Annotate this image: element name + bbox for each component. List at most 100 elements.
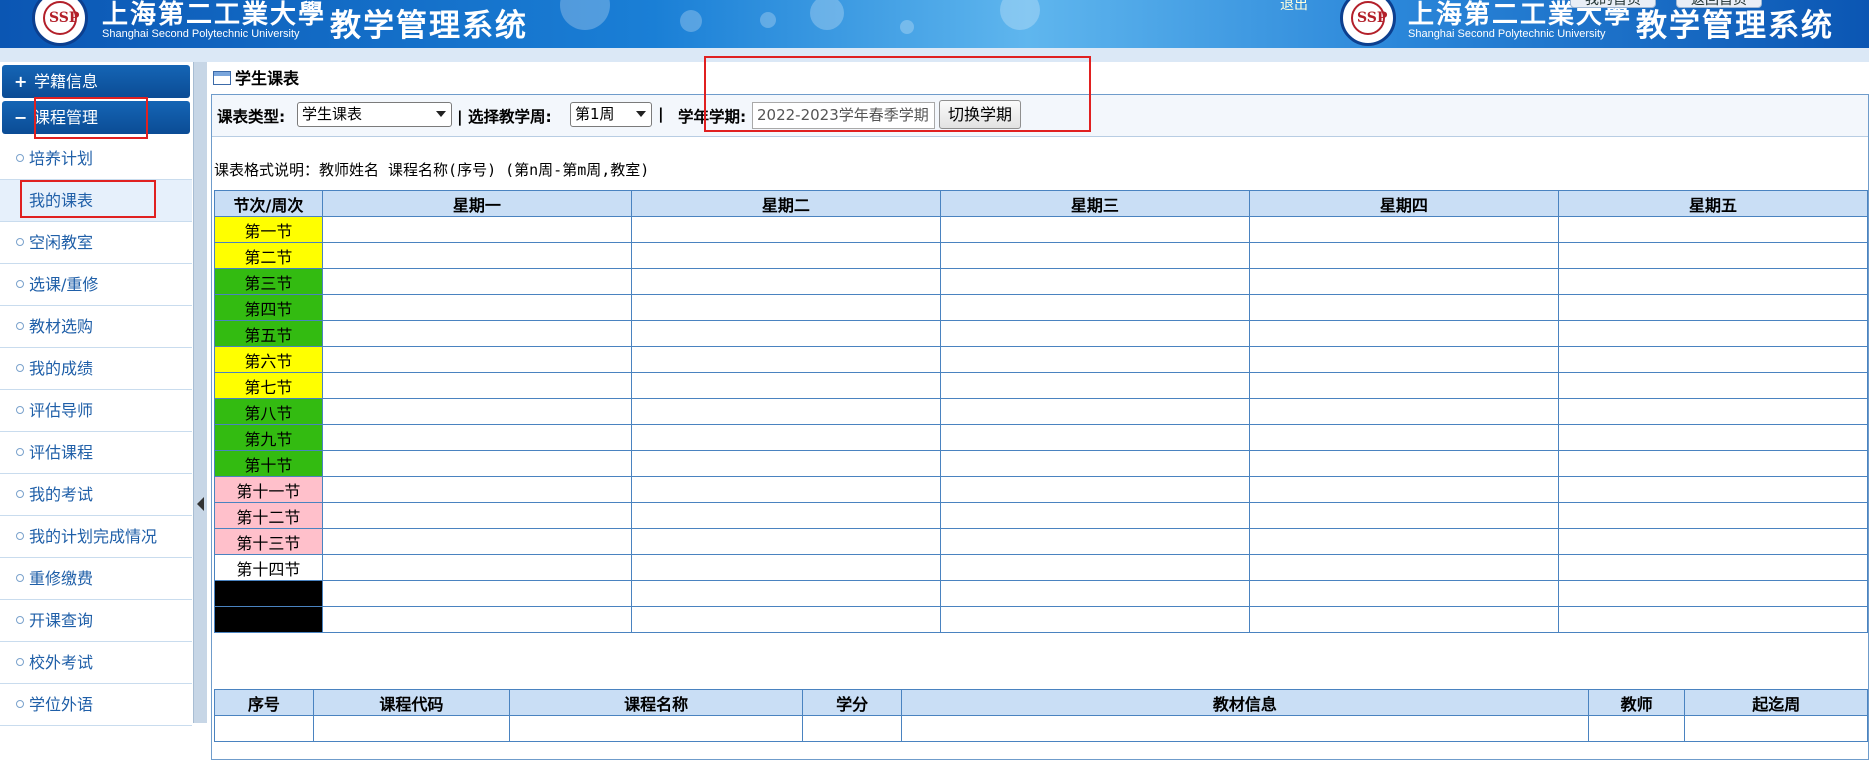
sidebar-item-my-schedule[interactable]: 我的课表 — [0, 180, 192, 222]
sidebar-item-my-exams[interactable]: 我的考试 — [0, 474, 192, 516]
schedule-cell — [630, 450, 941, 477]
sidebar-item-label: 评估导师 — [29, 401, 94, 420]
schedule-cell — [1248, 580, 1559, 607]
schedule-cell — [321, 554, 632, 581]
chevron-down-icon — [636, 111, 646, 117]
schedule-cell — [939, 372, 1250, 399]
schedule-cell — [1248, 320, 1559, 347]
bullet-icon — [16, 153, 24, 162]
course-header-weeks: 起迄周 — [1684, 689, 1868, 716]
bullet-icon — [16, 531, 24, 540]
schedule-cell — [630, 294, 941, 321]
period-label — [214, 606, 323, 633]
schedule-cell — [1557, 346, 1869, 373]
schedule-cell — [321, 424, 632, 451]
schedule-row: 第十二节 — [214, 502, 1869, 529]
table-icon — [213, 70, 231, 85]
schedule-cell — [939, 346, 1250, 373]
schedule-row — [214, 580, 1869, 607]
sidebar-item-evaluate-tutor[interactable]: 评估导师 — [0, 390, 192, 432]
schedule-cell — [630, 580, 941, 607]
schedule-cell — [321, 268, 632, 295]
sidebar-item-evaluate-course[interactable]: 评估课程 — [0, 432, 192, 474]
sidebar-item-label: 选课/重修 — [29, 275, 99, 294]
main-content: 学生课表 课表类型: 学生课表 | 选择教学周: 第1周 | 学年学期: 202… — [209, 62, 1869, 760]
table-cell — [1684, 715, 1868, 742]
sidebar-item-course-query[interactable]: 开课查询 — [0, 600, 192, 642]
sidebar-toggle[interactable] — [193, 62, 207, 723]
collapse-arrow-icon — [197, 497, 204, 511]
sidebar-item-free-classroom[interactable]: 空闲教室 — [0, 222, 192, 264]
sidebar-item-training-plan[interactable]: 培养计划 — [0, 138, 192, 180]
schedule-cell — [630, 606, 941, 633]
table-cell — [900, 715, 1589, 742]
sidebar-section-course-management[interactable]: − 课程管理 — [2, 101, 190, 134]
panel-body: 课表类型: 学生课表 | 选择教学周: 第1周 | 学年学期: 2022-202… — [211, 94, 1869, 760]
schedule-row — [214, 606, 1869, 633]
bullet-icon — [16, 279, 24, 288]
sidebar-item-plan-completion[interactable]: 我的计划完成情况 — [0, 516, 192, 558]
period-label: 第二节 — [214, 242, 323, 269]
schedule-cell — [630, 398, 941, 425]
schedule-cell — [630, 242, 941, 269]
sidebar-item-label: 校外考试 — [29, 653, 94, 672]
top-tab-return-home[interactable]: 返回首页 — [1676, 0, 1762, 8]
schedule-row: 第五节 — [214, 320, 1869, 347]
schedule-cell — [1248, 476, 1559, 503]
period-label: 第六节 — [214, 346, 323, 373]
bullet-icon — [16, 489, 24, 498]
sidebar-item-course-selection[interactable]: 选课/重修 — [0, 264, 192, 306]
schedule-cell — [939, 320, 1250, 347]
bullet-icon — [16, 657, 24, 666]
bullet-icon — [16, 447, 24, 456]
chevron-down-icon — [436, 111, 446, 117]
course-header-credit: 学分 — [802, 689, 902, 716]
sidebar-item-retake-payment[interactable]: 重修缴费 — [0, 558, 192, 600]
schedule-cell — [630, 320, 941, 347]
header-subbar — [0, 48, 1869, 62]
sidebar-item-external-exam[interactable]: 校外考试 — [0, 642, 192, 684]
period-label: 第五节 — [214, 320, 323, 347]
university-logo: SSP — [32, 0, 88, 46]
bullet-icon — [16, 237, 24, 246]
logout-link[interactable]: 退出 — [1280, 0, 1308, 14]
schedule-cell — [939, 606, 1250, 633]
switch-term-button[interactable]: 切换学期 — [939, 100, 1022, 129]
schedule-cell — [1248, 528, 1559, 555]
schedule-cell — [1557, 424, 1869, 451]
toolbar: 课表类型: 学生课表 | 选择教学周: 第1周 | 学年学期: 2022-202… — [212, 95, 1868, 137]
schedule-cell — [1248, 398, 1559, 425]
format-note: 课表格式说明：教师姓名 课程名称(序号) (第n周-第m周,教室) — [214, 161, 650, 179]
sidebar-item-degree-language[interactable]: 学位外语 — [0, 684, 192, 726]
week-label: | 选择教学周: — [457, 108, 552, 126]
week-select[interactable]: 第1周 — [570, 102, 652, 127]
schedule-cell — [321, 606, 632, 633]
course-header-textbook: 教材信息 — [900, 689, 1589, 716]
schedule-type-select[interactable]: 学生课表 — [297, 102, 452, 127]
schedule-cell — [1557, 580, 1869, 607]
schedule-cell — [1557, 294, 1869, 321]
header-banner: SSP 上海第二工業大學 Shanghai Second Polytechnic… — [0, 0, 1869, 48]
sidebar: + 学籍信息 − 课程管理 培养计划 我的课表 空闲教室 选课/重修 教材选购 我的… — [0, 62, 192, 726]
schedule-cell — [1557, 528, 1869, 555]
schedule-row: 第七节 — [214, 372, 1869, 399]
schedule-row: 第一节 — [214, 216, 1869, 243]
schedule-cell — [1248, 450, 1559, 477]
sidebar-item-label: 我的考试 — [29, 485, 94, 504]
term-input[interactable]: 2022-2023学年春季学期 — [752, 102, 935, 129]
course-header-code: 课程代码 — [312, 689, 511, 716]
sidebar-item-my-grades[interactable]: 我的成绩 — [0, 348, 192, 390]
schedule-row: 第十三节 — [214, 528, 1869, 555]
top-tab-my-home[interactable]: 我的首页 — [1570, 0, 1656, 8]
period-label: 第一节 — [214, 216, 323, 243]
schedule-corner-header: 节次/周次 — [214, 190, 323, 217]
sidebar-item-textbook-purchase[interactable]: 教材选购 — [0, 306, 192, 348]
period-label: 第十二节 — [214, 502, 323, 529]
schedule-type-label: 课表类型: — [217, 108, 286, 126]
sidebar-section-student-records[interactable]: + 学籍信息 — [2, 65, 190, 98]
table-cell — [312, 715, 511, 742]
period-label: 第三节 — [214, 268, 323, 295]
schedule-cell — [1557, 476, 1869, 503]
schedule-cell — [321, 242, 632, 269]
bullet-icon — [16, 699, 24, 708]
